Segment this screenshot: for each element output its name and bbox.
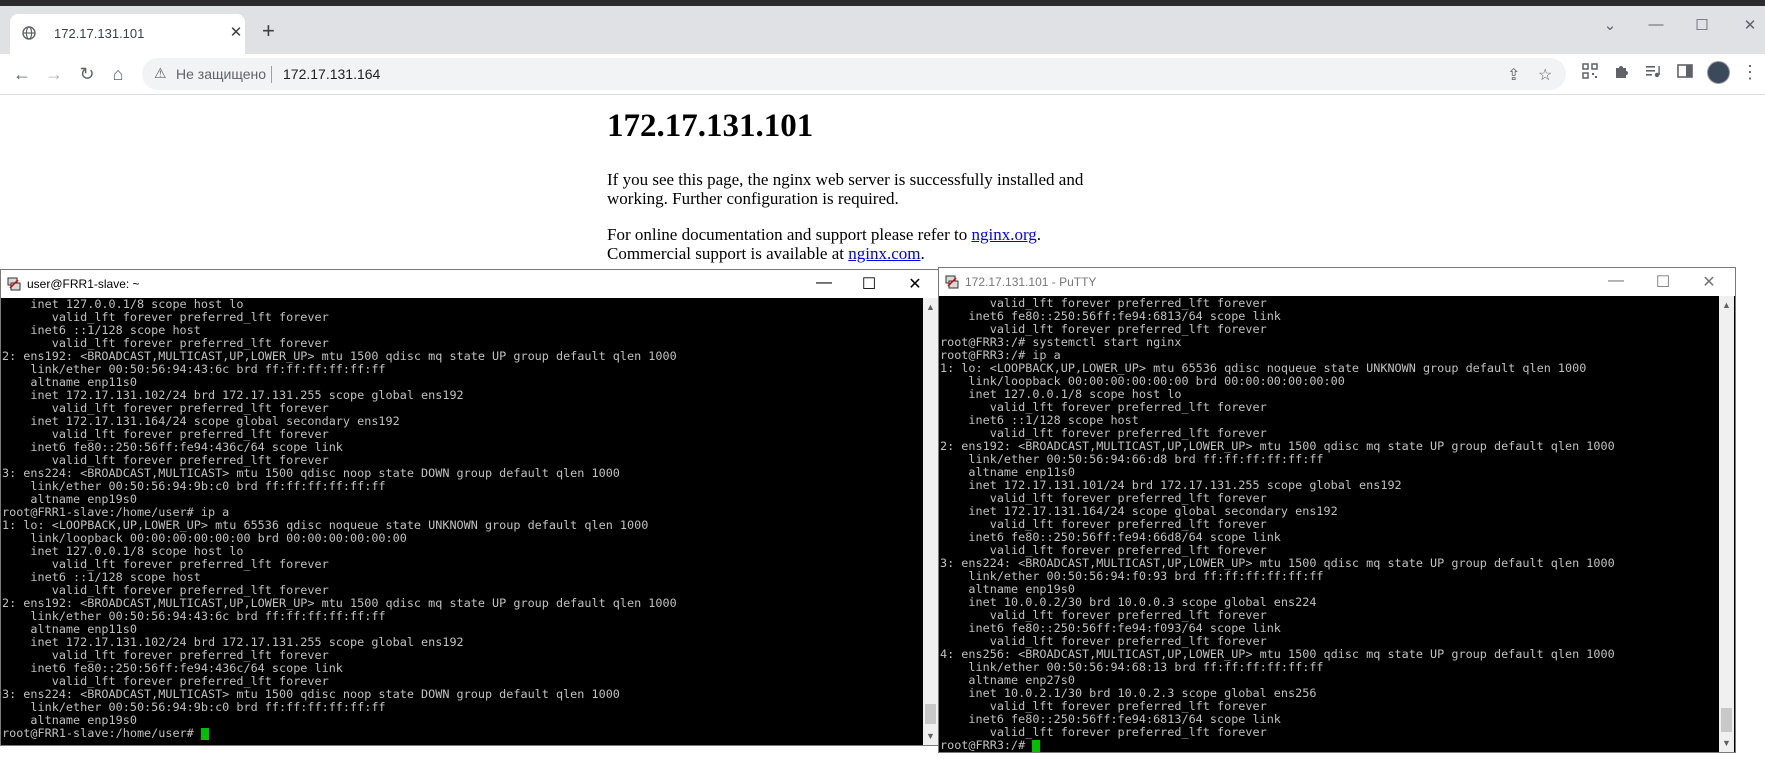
tab-close-icon[interactable]: ✕: [227, 24, 245, 42]
left-terminal-title: user@FRR1-slave: ~: [27, 277, 140, 291]
nginx-org-link[interactable]: nginx.org: [971, 225, 1036, 244]
left-close-icon[interactable]: ✕: [904, 274, 926, 294]
profile-avatar[interactable]: [1707, 61, 1730, 84]
globe-icon: [22, 26, 36, 40]
intro-paragraph: If you see this page, the nginx web serv…: [607, 170, 1084, 208]
menu-icon[interactable]: ⋮: [1740, 62, 1760, 83]
left-terminal-titlebar[interactable]: user@FRR1-slave: ~ — ☐ ✕: [1, 270, 939, 298]
url-text[interactable]: 172.17.131.164: [283, 66, 380, 82]
right-close-icon[interactable]: ✕: [1698, 272, 1720, 292]
scroll-up-icon[interactable]: ▲: [923, 300, 938, 314]
back-icon[interactable]: ←: [10, 62, 34, 86]
right-terminal-window[interactable]: 172.17.131.101 - PuTTY — ☐ ✕ valid_lft f…: [938, 267, 1736, 753]
putty-icon: [945, 275, 959, 289]
left-terminal-window[interactable]: user@FRR1-slave: ~ — ☐ ✕ inet 127.0.0.1/…: [0, 269, 940, 746]
terminal-line: link/ether 00:50:56:94:43:6c brd ff:ff:f…: [2, 362, 386, 376]
right-terminal-output[interactable]: valid_lft forever preferred_lft forever …: [939, 296, 1719, 752]
share-icon[interactable]: ⇪: [1507, 65, 1520, 85]
tab-title: 172.17.131.101: [54, 26, 145, 41]
left-maximize-icon[interactable]: ☐: [858, 274, 880, 294]
left-terminal-output[interactable]: inet 127.0.0.1/8 scope host lo valid_lft…: [1, 298, 923, 745]
support-suffix: .: [920, 244, 925, 263]
close-icon[interactable]: ✕: [1740, 16, 1760, 34]
support-text: Commercial support is available at: [607, 244, 849, 263]
right-minimize-icon[interactable]: —: [1605, 272, 1627, 290]
page-heading: 172.17.131.101: [607, 108, 814, 144]
terminal-line: link/ether 00:50:56:94:43:6c brd ff:ff:f…: [2, 609, 386, 623]
forward-icon[interactable]: →: [42, 62, 66, 86]
scroll-up-icon[interactable]: ▲: [1719, 298, 1734, 312]
home-icon[interactable]: ⌂: [106, 62, 130, 86]
minimize-icon[interactable]: —: [1646, 16, 1666, 33]
right-maximize-icon[interactable]: ☐: [1652, 272, 1674, 292]
omnibox-separator: [271, 66, 272, 83]
scroll-down-icon[interactable]: ▼: [1719, 736, 1734, 750]
right-terminal-title: 172.17.131.101 - PuTTY: [965, 275, 1097, 289]
left-minimize-icon[interactable]: —: [813, 274, 835, 292]
terminal-cursor: [200, 727, 209, 740]
left-scrollbar[interactable]: ▲ ▼: [923, 298, 938, 745]
browser-toolbar: ← → ↻ ⌂ ⚠ Не защищено 172.17.131.164 ⇪ ☆: [0, 54, 1765, 95]
terminal-prompt-line[interactable]: root@FRR3:/#: [940, 739, 1719, 752]
media-icon[interactable]: [1643, 62, 1663, 80]
terminal-prompt: root@FRR1-slave:/home/user#: [2, 726, 201, 740]
browser-tab[interactable]: 172.17.131.101 ✕: [10, 14, 245, 54]
terminal-line: link/ether 00:50:56:94:9b:c0 brd ff:ff:f…: [2, 700, 386, 714]
terminal-line: link/ether 00:50:56:94:9b:c0 brd ff:ff:f…: [2, 479, 386, 493]
tab-bar: 172.17.131.101 ✕ + ⌄ — ☐ ✕: [0, 6, 1765, 54]
not-secure-label[interactable]: Не защищено: [176, 66, 266, 82]
reload-icon[interactable]: ↻: [75, 62, 99, 86]
right-terminal-titlebar[interactable]: 172.17.131.101 - PuTTY — ☐ ✕: [939, 268, 1735, 296]
docs-text: For online documentation and support ple…: [607, 225, 972, 244]
bookmark-star-icon[interactable]: ☆: [1538, 65, 1552, 85]
scroll-thumb[interactable]: [1721, 708, 1732, 732]
sidepanel-icon[interactable]: [1675, 62, 1695, 80]
right-scrollbar[interactable]: ▲ ▼: [1719, 296, 1734, 752]
tab-search-icon[interactable]: ⌄: [1600, 16, 1620, 34]
terminal-cursor: [1032, 739, 1041, 752]
terminal-prompt: root@FRR3:/#: [940, 738, 1033, 752]
new-tab-button[interactable]: +: [262, 20, 275, 42]
puzzle-icon[interactable]: [1612, 62, 1632, 80]
nginx-com-link[interactable]: nginx.com: [848, 244, 920, 263]
address-bar[interactable]: ⚠ Не защищено 172.17.131.164 ⇪ ☆: [142, 58, 1566, 90]
terminal-line: valid_lft forever preferred_lft forever: [940, 725, 1267, 739]
scroll-down-icon[interactable]: ▼: [923, 729, 938, 743]
qr-icon[interactable]: [1580, 62, 1600, 80]
docs-suffix: .: [1036, 225, 1042, 244]
putty-icon: [7, 277, 21, 291]
docs-paragraph: For online documentation and support ple…: [607, 225, 1127, 263]
terminal-prompt-line[interactable]: root@FRR1-slave:/home/user#: [2, 727, 923, 740]
warning-icon[interactable]: ⚠: [154, 65, 167, 82]
maximize-icon[interactable]: ☐: [1692, 16, 1712, 34]
scroll-thumb[interactable]: [925, 704, 936, 724]
